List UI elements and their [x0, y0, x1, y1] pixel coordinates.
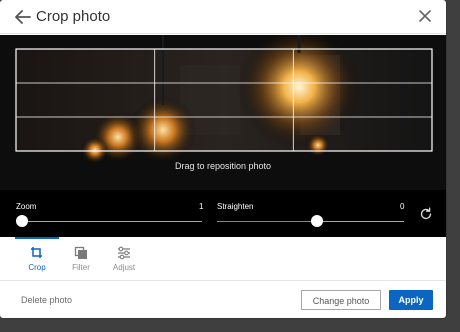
drag-hint: Drag to reposition photo [174, 161, 272, 171]
straighten-slider-thumb[interactable] [310, 215, 323, 227]
tab-filter[interactable]: Filter [59, 237, 103, 280]
rotate-reset-icon[interactable] [419, 207, 433, 221]
dialog-footer: Delete photo Change photo Apply [0, 281, 446, 318]
change-photo-button[interactable]: Change photo [301, 290, 381, 310]
delete-photo-button[interactable]: Delete photo [21, 295, 72, 305]
tab-filter-label: Filter [72, 263, 90, 272]
straighten-value: 0 [400, 202, 405, 211]
zoom-slider-thumb[interactable] [16, 215, 28, 227]
photo-crop-area[interactable]: Drag to reposition photo [0, 35, 446, 190]
filter-icon [74, 246, 87, 259]
zoom-track[interactable] [16, 221, 202, 222]
dialog-title: Crop photo [36, 8, 111, 25]
arrow-left-icon[interactable] [14, 8, 32, 26]
tab-adjust-label: Adjust [112, 263, 136, 272]
zoom-value: 1 [199, 202, 204, 211]
tab-crop[interactable]: Crop [15, 237, 59, 280]
sliders-icon [118, 246, 130, 260]
straighten-track-fill [217, 221, 311, 222]
tab-crop-label: Crop [28, 263, 46, 272]
apply-button[interactable]: Apply [389, 290, 433, 310]
photo-controls: Zoom 1 Straighten 0 [0, 190, 446, 237]
close-icon[interactable] [418, 9, 432, 23]
crop-photo-dialog: Crop photo Drag to reposition photo Zoom… [0, 0, 446, 318]
edit-tabs: Crop Filter Adjust [0, 237, 446, 281]
crop-icon [31, 247, 42, 258]
tab-adjust[interactable]: Adjust [102, 237, 146, 280]
straighten-label: Straighten [217, 202, 254, 211]
zoom-label: Zoom [16, 202, 37, 211]
dialog-header: Crop photo [0, 0, 446, 34]
